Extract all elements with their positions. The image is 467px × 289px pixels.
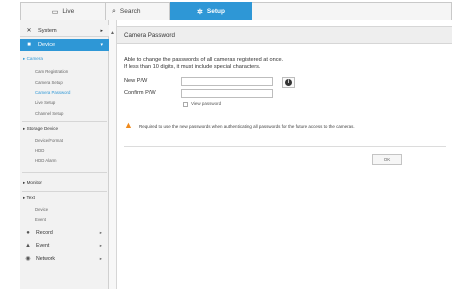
sidebar-item-camera-password[interactable]: Camera Password xyxy=(35,90,70,95)
new-password-input[interactable] xyxy=(181,77,273,86)
warning-icon: ▲ xyxy=(124,120,133,130)
sidebar-item-live-setup[interactable]: Live Setup xyxy=(35,100,55,105)
description-line-2: If less than 10 digits, it must include … xyxy=(124,64,261,70)
network-icon: ◉ xyxy=(25,256,31,262)
sidebar-item-text-device[interactable]: Device xyxy=(35,207,48,212)
record-icon: ● xyxy=(26,229,30,236)
chevron-right-icon: ▸ xyxy=(99,242,102,248)
chevron-right-icon: ▸ xyxy=(100,27,103,34)
tab-setup[interactable]: ✲ Setup xyxy=(170,2,252,20)
sidebar-item-channel-setup[interactable]: Channel Setup xyxy=(35,111,63,116)
sidebar-item-hdd[interactable]: HDD xyxy=(35,148,44,153)
sidebar-group-monitor[interactable]: ▸ Monitor xyxy=(23,180,42,186)
tools-icon: ✕ xyxy=(26,28,32,34)
ok-button[interactable]: OK xyxy=(372,154,402,165)
sidebar-system-label: System xyxy=(38,27,57,34)
view-password-label: View password xyxy=(191,101,222,106)
divider xyxy=(22,191,107,192)
page-title: Camera Password xyxy=(117,26,452,44)
group-text-label: Text xyxy=(26,195,35,200)
divider xyxy=(22,172,107,173)
main-tabs: ▭ Live ⌕ Search ✲ Setup xyxy=(20,2,452,20)
description: Able to change the passwords of all came… xyxy=(124,57,283,71)
warning-text: Required to use the new passwords when a… xyxy=(139,124,355,129)
tab-search-label: Search xyxy=(119,8,141,15)
chevron-right-icon: ▸ xyxy=(99,229,102,235)
sidebar-item-device[interactable]: ■ Device ▾ xyxy=(20,39,109,51)
info-button[interactable]: i xyxy=(282,77,295,88)
sidebar: ✕ System ▸ ■ Device ▾ ▸ Camera Cam Regis… xyxy=(20,20,109,289)
confirm-password-label: Confirm P/W xyxy=(124,90,156,96)
search-icon: ⌕ xyxy=(112,7,116,15)
tab-live[interactable]: ▭ Live xyxy=(20,2,106,20)
tab-search[interactable]: ⌕ Search xyxy=(106,2,170,20)
sidebar-group-storage[interactable]: ▸ Storage Device xyxy=(23,126,58,132)
sidebar-event-label: Event xyxy=(36,242,50,249)
tab-live-label: Live xyxy=(62,8,75,15)
gear-icon: ✲ xyxy=(197,8,203,16)
sidebar-network-label: Network xyxy=(36,255,56,262)
sidebar-item-event[interactable]: ▲ Event ▸ xyxy=(20,240,109,251)
sidebar-item-device-format[interactable]: Device/Format xyxy=(35,138,63,143)
chevron-up-icon[interactable]: ▲ xyxy=(110,30,115,36)
chevron-right-icon: ▸ xyxy=(99,255,102,261)
monitor-icon: ▭ xyxy=(51,8,59,16)
sidebar-item-hdd-alarm[interactable]: HDD Alarm xyxy=(35,158,57,163)
sidebar-record-label: Record xyxy=(36,229,53,236)
sidebar-item-cam-registration[interactable]: Cam Registration xyxy=(35,69,68,74)
main-content: Camera Password Able to change the passw… xyxy=(117,20,452,289)
sidebar-item-camera-setup[interactable]: Camera Setup xyxy=(35,80,63,85)
sidebar-item-record[interactable]: ● Record ▸ xyxy=(20,227,109,238)
sidebar-item-text-event[interactable]: Event xyxy=(35,217,46,222)
tab-setup-label: Setup xyxy=(206,8,225,15)
view-password-checkbox[interactable] xyxy=(183,102,188,107)
sidebar-group-text[interactable]: ▸ Text xyxy=(23,195,35,201)
chevron-down-icon: ▾ xyxy=(100,42,103,48)
sidebar-item-network[interactable]: ◉ Network ▸ xyxy=(20,253,109,264)
divider xyxy=(22,121,107,122)
tab-bar-filler xyxy=(252,2,452,20)
sidebar-scroll[interactable]: ▲ xyxy=(109,20,117,289)
group-storage-label: Storage Device xyxy=(26,126,59,131)
sidebar-item-system[interactable]: ✕ System ▸ xyxy=(20,25,109,37)
description-line-1: Able to change the passwords of all came… xyxy=(124,57,284,63)
info-icon: i xyxy=(285,79,292,86)
top-bar: ▭ Live ⌕ Search ✲ Setup xyxy=(0,0,467,20)
group-monitor-label: Monitor xyxy=(26,180,42,185)
confirm-password-input[interactable] xyxy=(181,89,273,98)
sidebar-group-camera[interactable]: ▸ Camera xyxy=(23,56,43,62)
group-camera-label: Camera xyxy=(26,56,43,61)
divider xyxy=(124,146,446,147)
sidebar-device-label: Device xyxy=(38,42,56,48)
event-icon: ▲ xyxy=(25,242,31,249)
new-password-label: New P/W xyxy=(124,78,148,84)
camera-icon: ■ xyxy=(27,42,31,48)
